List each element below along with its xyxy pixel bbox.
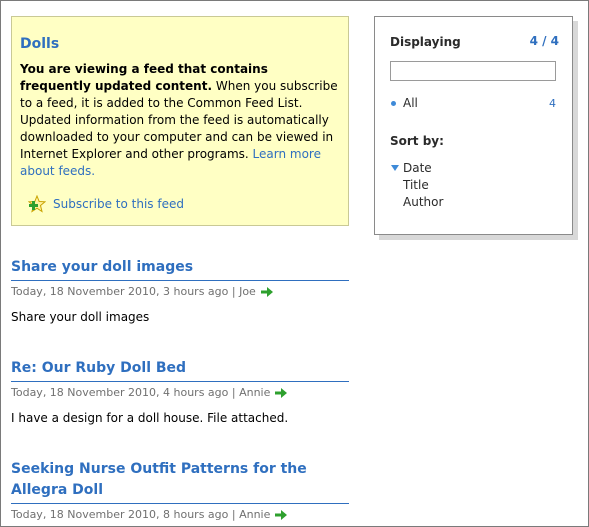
feed-item-meta-text: Today, 18 November 2010, 8 hours ago | A… bbox=[11, 508, 271, 521]
feed-info-box: Dolls You are viewing a feed that contai… bbox=[11, 16, 349, 226]
feed-item-meta-text: Today, 18 November 2010, 4 hours ago | A… bbox=[11, 386, 271, 399]
subscribe-label: Subscribe to this feed bbox=[53, 197, 184, 211]
feed-item: Share your doll images Today, 18 Novembe… bbox=[11, 257, 349, 324]
sort-by-date[interactable]: Date bbox=[403, 161, 432, 175]
feed-item-meta-text: Today, 18 November 2010, 3 hours ago | J… bbox=[11, 285, 256, 298]
star-plus-icon bbox=[28, 195, 46, 213]
sort-descending-icon bbox=[391, 165, 399, 171]
sort-by-label: Sort by: bbox=[390, 134, 444, 148]
category-all-label: All bbox=[403, 96, 418, 110]
go-arrow-icon[interactable] bbox=[260, 286, 274, 298]
feed-title: Dolls bbox=[20, 36, 60, 52]
go-arrow-icon[interactable] bbox=[274, 509, 288, 521]
feed-item-title[interactable]: Share your doll images bbox=[11, 257, 349, 281]
feed-item-description: Share your doll images bbox=[11, 310, 150, 324]
feed-item-description: I have a design for a doll house. File a… bbox=[11, 411, 289, 425]
category-all[interactable]: All 4 bbox=[390, 96, 556, 110]
feed-description: You are viewing a feed that contains fre… bbox=[20, 61, 340, 180]
feed-item-meta: Today, 18 November 2010, 8 hours ago | A… bbox=[11, 508, 349, 521]
bullet-icon bbox=[391, 100, 396, 106]
feed-item-meta: Today, 18 November 2010, 3 hours ago | J… bbox=[11, 285, 349, 298]
filter-search-input[interactable] bbox=[390, 61, 556, 81]
displaying-label: Displaying bbox=[390, 35, 461, 49]
go-arrow-icon[interactable] bbox=[274, 387, 288, 399]
feed-page: Dolls You are viewing a feed that contai… bbox=[0, 0, 589, 527]
category-all-count: 4 bbox=[549, 96, 556, 110]
filter-panel: Displaying 4 / 4 All 4 Sort by: Date Tit… bbox=[374, 16, 573, 235]
sort-by-author[interactable]: Author bbox=[403, 195, 443, 209]
feed-item-title[interactable]: Seeking Nurse Outfit Patterns for the Al… bbox=[11, 459, 349, 504]
feed-item-meta: Today, 18 November 2010, 4 hours ago | A… bbox=[11, 386, 349, 399]
sort-by-title[interactable]: Title bbox=[403, 178, 429, 192]
feed-item: Re: Our Ruby Doll Bed Today, 18 November… bbox=[11, 358, 349, 425]
feed-item-title[interactable]: Re: Our Ruby Doll Bed bbox=[11, 358, 349, 382]
displaying-count: 4 / 4 bbox=[529, 34, 559, 48]
feed-item: Seeking Nurse Outfit Patterns for the Al… bbox=[11, 459, 349, 526]
subscribe-link[interactable]: Subscribe to this feed bbox=[28, 195, 184, 213]
